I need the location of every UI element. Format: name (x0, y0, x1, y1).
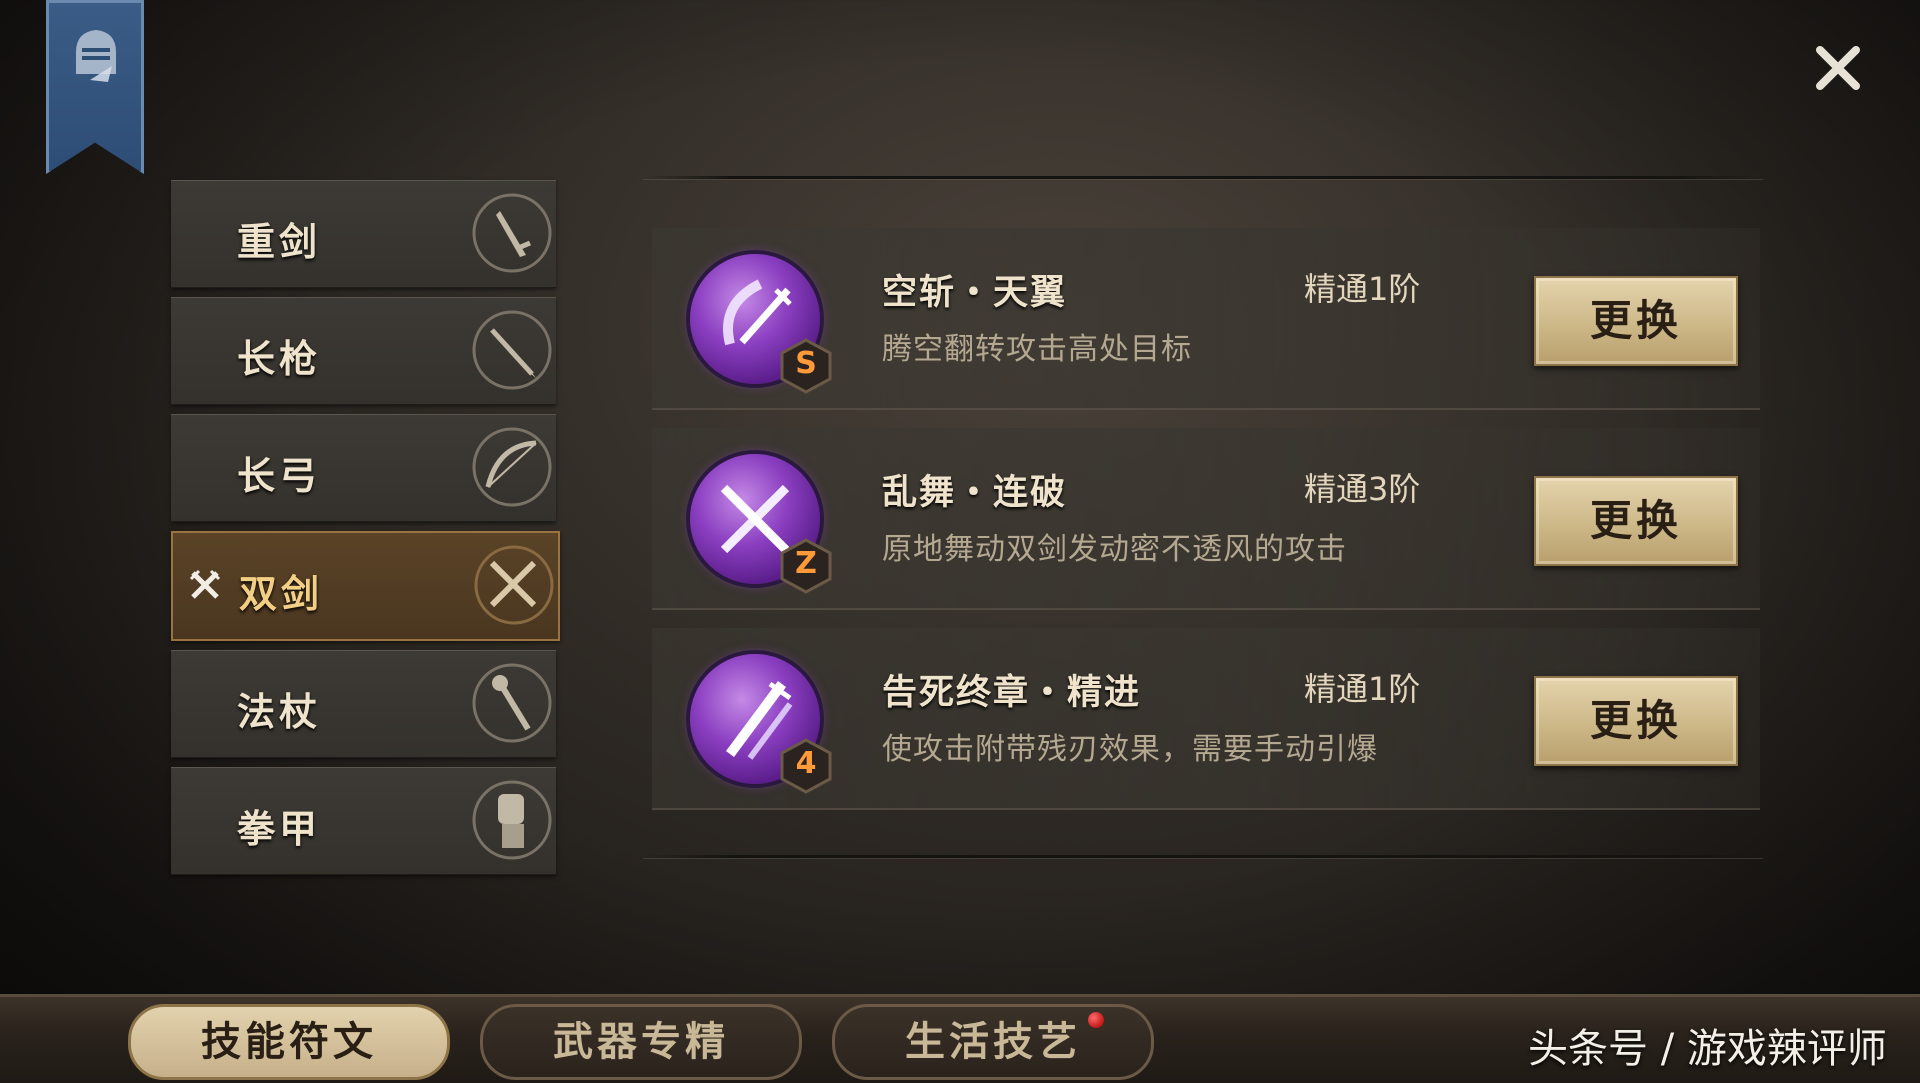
skill-mastery-level: 精通1阶 (1304, 270, 1421, 308)
weapon-label: 拳甲 (237, 806, 322, 851)
close-icon[interactable] (1810, 40, 1866, 96)
weapon-tab-staff[interactable]: 法杖 (171, 650, 556, 758)
weapon-label: 法杖 (237, 689, 322, 734)
change-skill-button[interactable]: 更换 (1534, 676, 1738, 766)
skill-name: 乱舞・连破 (882, 472, 1068, 513)
panel-bottom-divider (643, 855, 1763, 858)
tab-skill-runes[interactable]: 技能符文 (128, 1004, 450, 1080)
skill-mastery-level: 精通3阶 (1304, 470, 1421, 508)
weapon-category-list: 重剑 长枪 长弓 双剑 法杖 拳甲 (171, 180, 560, 884)
rune-label: S (795, 346, 817, 381)
greatsword-icon (472, 193, 552, 273)
panel-top-divider (643, 176, 1763, 179)
weapon-tab-longbow[interactable]: 长弓 (171, 414, 556, 522)
staff-icon (472, 663, 552, 743)
skill-description: 原地舞动双剑发动密不透风的攻击 (882, 532, 1347, 567)
rune-label: Z (795, 546, 817, 581)
change-skill-button[interactable]: 更换 (1534, 276, 1738, 366)
change-skill-button[interactable]: 更换 (1534, 476, 1738, 566)
skill-row: Z 乱舞・连破 精通3阶 原地舞动双剑发动密不透风的攻击 更换 (652, 428, 1760, 610)
spear-icon (472, 310, 552, 390)
knight-helmet-icon (76, 30, 116, 82)
dual-swords-icon (474, 545, 554, 625)
crossed-swords-selected-icon (189, 569, 221, 599)
weapon-label: 长弓 (237, 453, 322, 498)
watermark-text: 头条号 / 游戏辣评师 (1528, 1026, 1887, 1072)
weapon-label: 长枪 (237, 336, 322, 381)
weapon-tab-gauntlet[interactable]: 拳甲 (171, 767, 556, 875)
weapon-tab-dual-swords[interactable]: 双剑 (171, 531, 560, 641)
gauntlet-icon (472, 780, 552, 860)
tab-life-skills[interactable]: 生活技艺 (832, 1004, 1154, 1080)
tab-weapon-mastery[interactable]: 武器专精 (480, 1004, 802, 1080)
longbow-icon (472, 427, 552, 507)
weapon-tab-spear[interactable]: 长枪 (171, 297, 556, 405)
skill-description: 使攻击附带残刃效果，需要手动引爆 (882, 732, 1378, 767)
weapon-label: 双剑 (239, 571, 324, 616)
rune-label: 4 (795, 746, 817, 781)
skill-row: 4 告死终章・精进 精通1阶 使攻击附带残刃效果，需要手动引爆 更换 (652, 628, 1760, 810)
notification-dot (1088, 1012, 1104, 1028)
weapon-label: 重剑 (237, 219, 322, 264)
skill-description: 腾空翻转攻击高处目标 (882, 332, 1192, 367)
skill-name: 空斩・天翼 (882, 272, 1068, 313)
skill-row: S 空斩・天翼 精通1阶 腾空翻转攻击高处目标 更换 (652, 228, 1760, 410)
skill-name: 告死终章・精进 (882, 672, 1142, 713)
weapon-tab-greatsword[interactable]: 重剑 (171, 180, 556, 288)
skill-mastery-level: 精通1阶 (1304, 670, 1421, 708)
